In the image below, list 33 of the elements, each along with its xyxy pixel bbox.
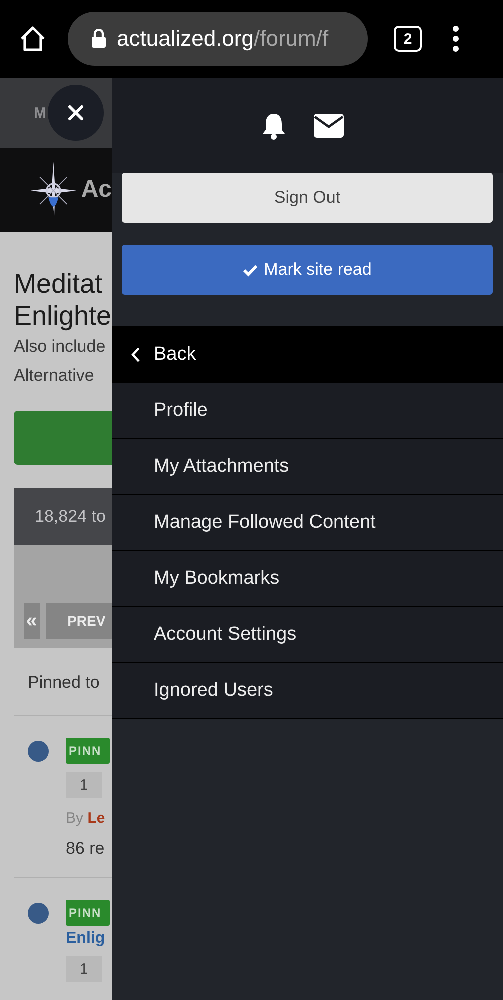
menu-item[interactable]: Ignored Users (112, 663, 503, 719)
menu-item[interactable]: My Attachments (112, 439, 503, 495)
topic-author-line: By Le (66, 810, 106, 827)
bell-icon[interactable] (261, 112, 287, 140)
topic-count: 18,824 to (35, 506, 106, 526)
lock-icon (91, 29, 107, 49)
unread-dot (28, 903, 49, 924)
forum-title: Meditat Enlighte (14, 268, 112, 332)
back-button[interactable]: Back (112, 326, 503, 383)
mark-site-read-button[interactable]: Mark site read (122, 245, 493, 295)
sign-out-button[interactable]: Sign Out (122, 173, 493, 223)
envelope-icon[interactable] (314, 114, 344, 138)
page-link[interactable]: 1 (66, 956, 102, 982)
menu-item[interactable]: My Bookmarks (112, 551, 503, 607)
menu-icon[interactable] (452, 25, 460, 53)
home-icon[interactable] (19, 25, 47, 53)
address-bar[interactable]: actualized.org/forum/f (68, 12, 368, 66)
start-topic-button[interactable] (14, 411, 112, 465)
forum-description: Also include Alternative (14, 336, 107, 387)
unread-dot (28, 741, 49, 762)
menu-item[interactable]: Account Settings (112, 607, 503, 663)
pinned-badge: PINN (66, 738, 110, 764)
menu-item[interactable]: Manage Followed Content (112, 495, 503, 551)
logo-text: Ac (81, 176, 112, 204)
reply-count: 86 re (66, 839, 105, 859)
topic-title[interactable]: Enlig (66, 930, 106, 948)
tab-count-button[interactable]: 2 (394, 26, 422, 52)
menu-item[interactable]: Profile (112, 383, 503, 439)
pinned-badge: PINN (66, 900, 110, 926)
page-link[interactable]: 1 (66, 772, 102, 798)
close-icon (68, 105, 84, 121)
chevron-left-icon (131, 347, 141, 363)
check-icon (243, 264, 258, 276)
